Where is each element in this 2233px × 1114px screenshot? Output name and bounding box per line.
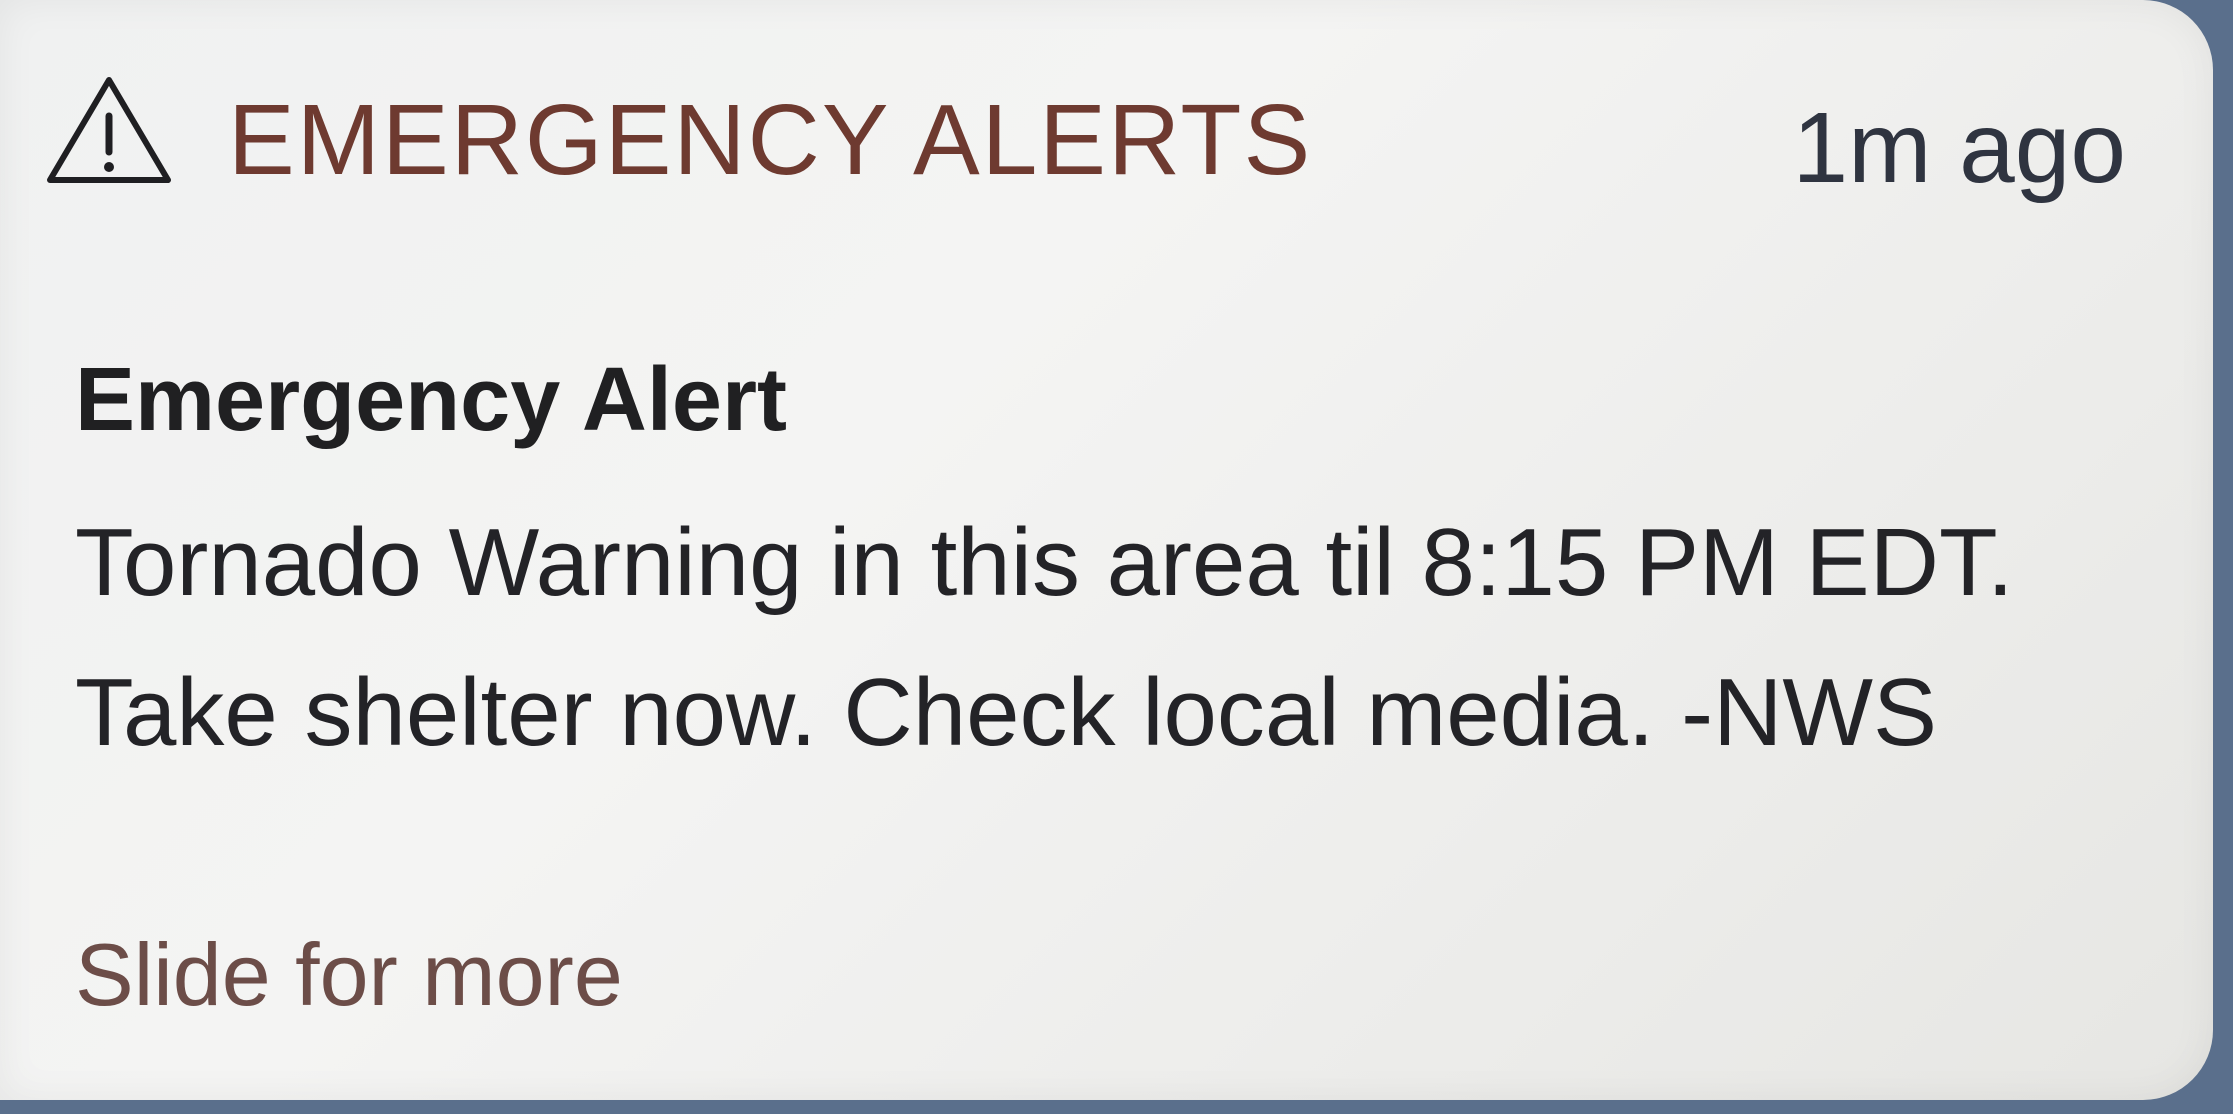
notification-title: Emergency Alert (75, 350, 787, 450)
emergency-alert-notification[interactable]: EMERGENCY ALERTS 1m ago Emergency Alert … (0, 0, 2213, 1100)
warning-triangle-icon (47, 77, 171, 183)
slide-for-more-hint[interactable]: Slide for more (75, 920, 623, 1030)
notification-body: Tornado Warning in this area til 8:15 PM… (75, 509, 2014, 766)
notification-header: EMERGENCY ALERTS 1m ago (0, 0, 2213, 290)
timestamp: 1m ago (1792, 92, 2126, 204)
app-name: EMERGENCY ALERTS (228, 84, 1313, 196)
